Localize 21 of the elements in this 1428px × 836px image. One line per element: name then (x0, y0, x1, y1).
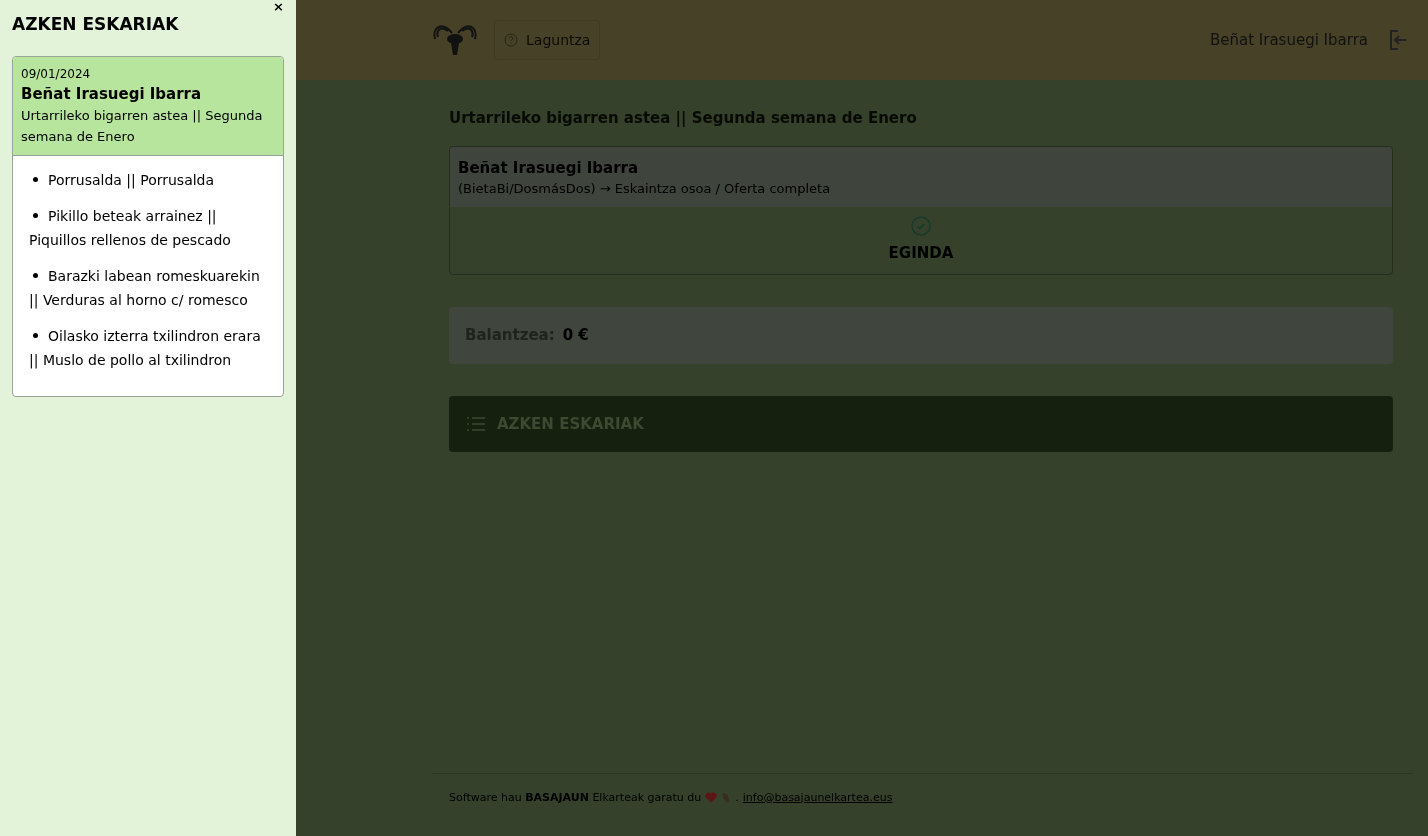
order-date: 09/01/2024 (21, 65, 92, 83)
heart-icon (705, 792, 718, 804)
order-name: Beñat Irasuegi Ibarra (458, 157, 640, 179)
help-button[interactable]: Laguntza (494, 20, 601, 60)
email-link[interactable]: info@basajaunelkartea.eus (742, 789, 893, 806)
bullet-icon (33, 177, 38, 182)
help-icon (504, 33, 518, 47)
list-icon (467, 417, 485, 431)
close-button[interactable]: × (273, 0, 284, 13)
order-week: Urtarrileko bigarren astea || Segunda semana de Enero (21, 107, 264, 146)
order-status: EGINDA (888, 242, 954, 264)
bullet-icon (33, 213, 38, 218)
logout-icon[interactable] (1388, 29, 1408, 51)
bullet-icon (33, 273, 38, 278)
footer-text: Software hau BASAJAUN Elkarteak garatu du (449, 789, 702, 806)
order-name: Beñat Irasuegi Ibarra (21, 83, 203, 105)
balance-value: 0 € (562, 325, 589, 347)
footer-separator: . (735, 789, 739, 806)
drawer-title: AZKEN ESKARIAK (12, 13, 180, 36)
order-offer: (BietaBi/DosmásDos) → Eskaintza osoa / Oferta completa (458, 180, 832, 198)
bullet-icon (33, 333, 38, 338)
